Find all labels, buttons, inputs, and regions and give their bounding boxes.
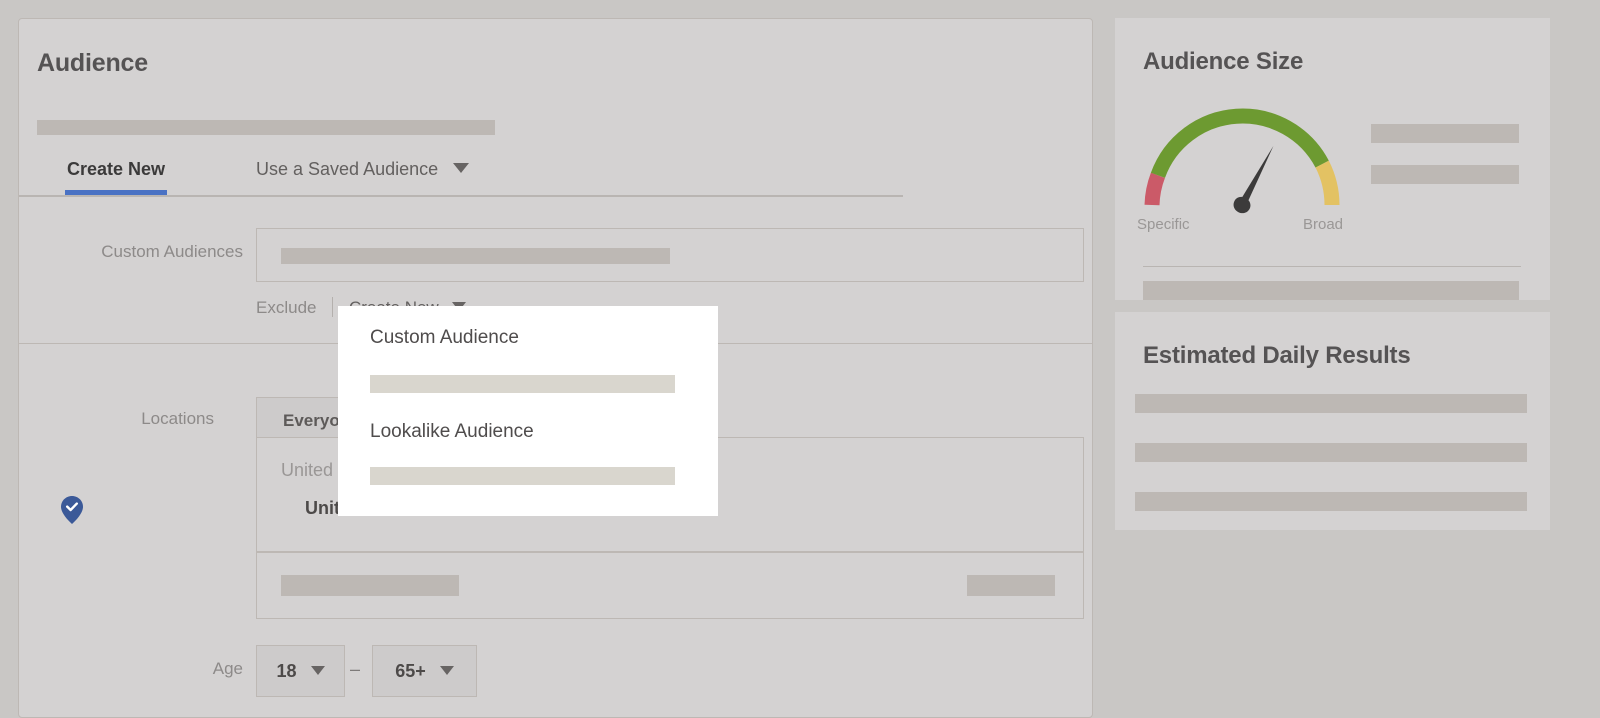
audience-size-placeholder-bar <box>1371 165 1519 184</box>
gauge-label-specific: Specific <box>1137 216 1190 233</box>
estimated-results-placeholder-bar <box>1135 443 1527 462</box>
audience-size-divider <box>1143 266 1521 267</box>
dropdown-item-description-placeholder <box>370 467 675 485</box>
tab-create-new[interactable]: Create New <box>64 159 168 195</box>
custom-audiences-placeholder-bar <box>281 248 670 264</box>
gauge-label-broad: Broad <box>1303 216 1344 233</box>
audience-size-footer-placeholder-bar <box>1143 281 1519 300</box>
audience-tabs: Create New Use a Saved Audience <box>19 152 903 197</box>
dropdown-item-description-placeholder <box>370 375 675 393</box>
audience-size-gauge <box>1144 108 1340 214</box>
tab-use-saved-audience[interactable]: Use a Saved Audience <box>256 159 470 180</box>
chevron-down-icon <box>439 666 454 675</box>
chevron-down-icon <box>453 163 470 173</box>
estimated-daily-results-title: Estimated Daily Results <box>1143 342 1411 369</box>
tab-create-new-label: Create New <box>67 159 166 179</box>
audience-size-placeholder-bar <box>1371 124 1519 143</box>
custom-audiences-label: Custom Audiences <box>101 242 243 261</box>
custom-audiences-input[interactable] <box>256 228 1084 282</box>
locations-footer <box>256 552 1084 619</box>
create-new-dropdown-menu: Custom Audience Lookalike Audience <box>338 306 718 516</box>
action-separator <box>332 297 334 317</box>
age-max-select[interactable]: 65+ <box>372 645 477 697</box>
title-placeholder-bar <box>37 120 495 135</box>
estimated-daily-results-panel: Estimated Daily Results <box>1115 312 1550 530</box>
chevron-down-icon <box>310 666 325 675</box>
dropdown-item-custom-audience[interactable]: Custom Audience <box>370 327 519 349</box>
estimated-results-placeholder-bar <box>1135 394 1527 413</box>
locations-footer-placeholder-right <box>967 575 1055 596</box>
map-pin-check-icon <box>61 496 83 524</box>
locations-label: Locations <box>141 409 214 428</box>
estimated-results-placeholder-bar <box>1135 492 1527 511</box>
age-label: Age <box>212 659 243 678</box>
audience-size-title: Audience Size <box>1143 48 1304 75</box>
age-min-value: 18 <box>276 661 297 681</box>
age-max-value: 65+ <box>395 661 426 681</box>
page-title: Audience <box>37 49 148 77</box>
tab-use-saved-audience-label: Use a Saved Audience <box>256 159 439 179</box>
exclude-link[interactable]: Exclude <box>256 298 316 317</box>
audience-size-panel: Audience Size Specific Broad <box>1115 18 1550 300</box>
locations-footer-placeholder-left <box>281 575 459 596</box>
age-min-select[interactable]: 18 <box>256 645 345 697</box>
dropdown-item-lookalike-audience[interactable]: Lookalike Audience <box>370 421 534 443</box>
age-range-dash: – <box>350 659 361 679</box>
